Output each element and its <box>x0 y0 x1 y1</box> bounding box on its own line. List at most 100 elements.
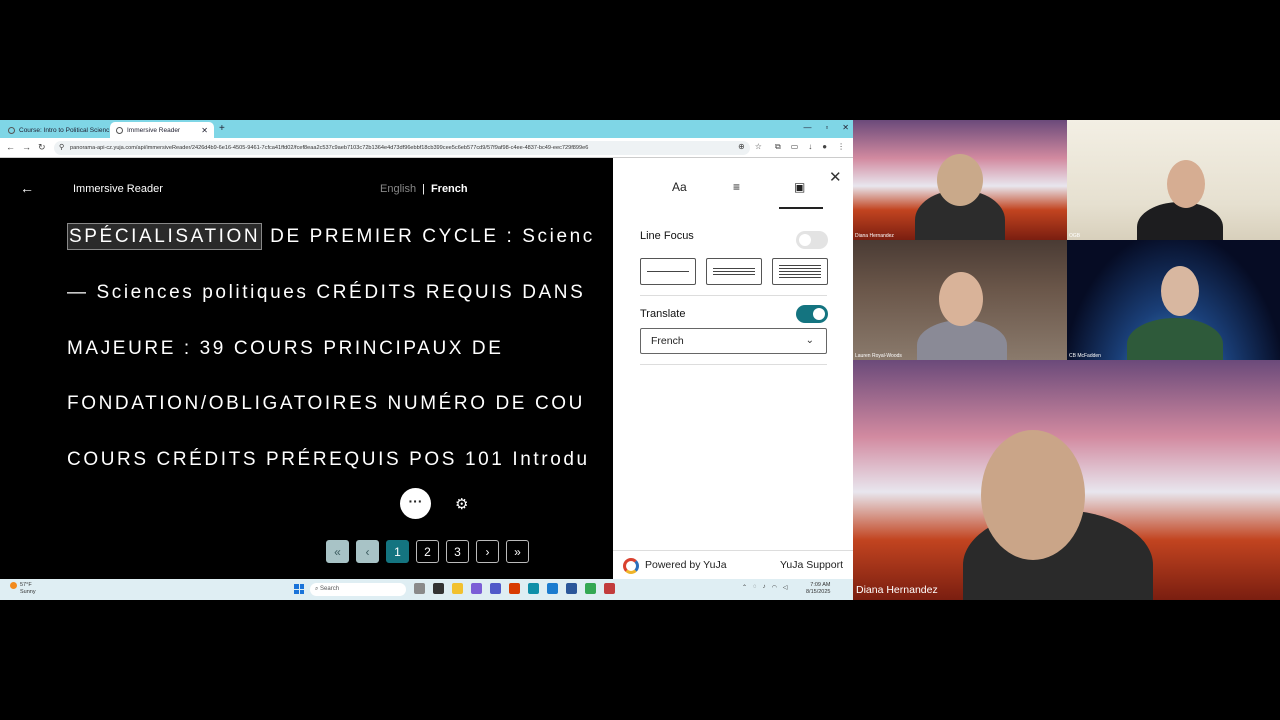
system-tray: ⌃ ◌ ♪ ◠ ◁ <box>742 584 787 591</box>
back-arrow-icon[interactable]: ← <box>6 142 15 152</box>
teams-icon[interactable] <box>490 583 501 594</box>
weather-widget[interactable]: 57°F Sunny <box>10 582 36 595</box>
office-icon[interactable] <box>509 583 520 594</box>
extensions-icon[interactable]: ⧉ <box>775 142 781 152</box>
active-speaker-tile[interactable]: Diana Hernandez <box>853 360 1280 600</box>
zoom-icon[interactable]: ⊕ <box>738 142 745 151</box>
file-explorer-icon[interactable] <box>452 583 463 594</box>
menu-icon[interactable]: ⋮ <box>837 142 845 152</box>
immersive-reader: ← Immersive Reader English | French SPÉC… <box>0 158 613 579</box>
participant-tile[interactable]: OGB <box>1067 120 1280 240</box>
chevron-up-icon[interactable]: ⌃ <box>742 584 747 591</box>
weather-desc: Sunny <box>20 589 36 595</box>
participant-name: Lauren Royal-Woods <box>855 353 902 359</box>
translate-toggle[interactable] <box>796 305 828 323</box>
next-page-button[interactable]: › <box>476 540 499 563</box>
participant-head <box>939 272 983 326</box>
app-icon[interactable] <box>547 583 558 594</box>
url-field[interactable]: ⚲ panorama-api-cz.yuja.com/api/immersive… <box>54 141 750 155</box>
page-button-2[interactable]: 2 <box>416 540 439 563</box>
reader-title: Immersive Reader <box>73 183 163 195</box>
reader-line-text: DE PREMIER CYCLE : Scienc <box>262 226 595 247</box>
text-size-icon[interactable]: Aa <box>672 180 687 194</box>
language-current[interactable]: French <box>431 183 468 195</box>
close-window-icon[interactable]: ✕ <box>842 123 849 132</box>
active-tab-indicator <box>779 207 823 209</box>
reader-line: SPÉCIALISATION DE PREMIER CYCLE : Scienc <box>67 223 595 250</box>
language-source[interactable]: English <box>380 183 416 195</box>
divider <box>640 295 827 296</box>
panel-footer: Powered by YuJa YuJa Support <box>613 550 853 579</box>
translate-language-select[interactable]: French ⌄ <box>640 328 827 354</box>
grammar-lines-icon[interactable]: ≡ <box>733 180 740 194</box>
gear-icon[interactable]: ⚙ <box>455 495 468 513</box>
tab-label: Course: Intro to Political Scienc <box>19 126 110 134</box>
browser-tab-immersive-reader[interactable]: Immersive Reader ✕ <box>110 122 214 138</box>
clock[interactable]: 7:09 AM 8/15/2025 <box>806 582 830 596</box>
maximize-icon[interactable]: ▫ <box>825 123 828 132</box>
mic-icon[interactable]: ♪ <box>763 584 766 591</box>
highlighted-word[interactable]: SPÉCIALISATION <box>67 223 263 250</box>
forward-arrow-icon[interactable]: → <box>22 142 31 152</box>
chevron-down-icon: ⌄ <box>805 335 814 346</box>
first-page-button[interactable]: « <box>326 540 349 563</box>
app-icon[interactable] <box>414 583 425 594</box>
search-placeholder: Search <box>320 586 340 592</box>
sun-icon <box>10 582 17 589</box>
participant-tile[interactable]: Lauren Royal-Woods <box>853 240 1067 360</box>
wifi-icon[interactable]: ◠ <box>772 584 777 591</box>
bookmark-star-icon[interactable]: ☆ <box>755 142 762 151</box>
back-arrow-icon[interactable]: ← <box>20 180 34 196</box>
address-bar-row: ← → ↻ ⚲ panorama-api-cz.yuja.com/api/imm… <box>0 138 853 158</box>
participant-head <box>937 154 983 206</box>
toggle-knob <box>799 234 811 246</box>
site-info-icon[interactable]: ⚲ <box>59 141 64 155</box>
reading-preferences-icon[interactable]: ▣ <box>794 180 805 194</box>
reload-icon[interactable]: ↻ <box>38 142 46 153</box>
sidebar-icon[interactable]: ▭ <box>791 142 799 152</box>
app-icon[interactable] <box>471 583 482 594</box>
participant-body <box>1127 318 1223 360</box>
divider <box>640 364 827 365</box>
participant-name: Diana Hernandez <box>856 584 938 596</box>
participant-name: OGB <box>1069 233 1081 239</box>
support-link[interactable]: YuJa Support <box>780 559 843 571</box>
participant-body <box>1137 202 1223 240</box>
line-focus-option-5[interactable] <box>772 258 828 285</box>
close-icon[interactable]: ✕ <box>829 168 842 186</box>
app-icon[interactable] <box>433 583 444 594</box>
prev-page-button[interactable]: ‹ <box>356 540 379 563</box>
last-page-button[interactable]: » <box>506 540 529 563</box>
page-button-3[interactable]: 3 <box>446 540 469 563</box>
line-focus-option-3[interactable] <box>706 258 762 285</box>
taskbar: 57°F Sunny ⌕ Search ⌃ ◌ ♪ ◠ ◁ 7:09 AM 8/… <box>0 579 853 600</box>
close-tab-icon[interactable]: ✕ <box>201 126 208 135</box>
participant-head <box>1167 160 1205 208</box>
windows-start-icon[interactable] <box>294 584 304 594</box>
app-icon[interactable] <box>566 583 577 594</box>
more-options-button[interactable]: ··· <box>400 488 431 519</box>
minimize-icon[interactable]: — <box>803 123 811 132</box>
powered-by-text[interactable]: Powered by YuJa <box>645 559 727 571</box>
line-focus-toggle[interactable] <box>796 231 828 249</box>
time: 7:09 AM <box>810 582 831 588</box>
weather-temp: 57°F <box>20 582 32 588</box>
participant-name: Diana Hernandez <box>855 233 894 239</box>
language-switcher: English | French <box>380 183 468 195</box>
app-icon[interactable] <box>604 583 615 594</box>
chrome-icon[interactable] <box>585 583 596 594</box>
participant-tile[interactable]: CB McFadden <box>1067 240 1280 360</box>
taskbar-search[interactable]: ⌕ Search <box>310 583 406 596</box>
yuja-logo-icon <box>623 558 639 574</box>
browser-tab-course[interactable]: Course: Intro to Political Scienc ✕ <box>2 122 116 138</box>
profile-icon[interactable]: ● <box>822 142 827 152</box>
edge-icon[interactable] <box>528 583 539 594</box>
page-button-1[interactable]: 1 <box>386 540 409 563</box>
new-tab-icon[interactable]: + <box>219 123 225 134</box>
download-icon[interactable]: ↓ <box>808 142 812 152</box>
line-focus-option-1[interactable] <box>640 258 696 285</box>
network-icon[interactable]: ◌ <box>753 584 757 591</box>
participant-tile[interactable]: Diana Hernandez <box>853 120 1067 240</box>
reader-line: COURS CRÉDITS PRÉREQUIS POS 101 Introdu <box>67 449 590 470</box>
volume-icon[interactable]: ◁ <box>783 584 788 591</box>
